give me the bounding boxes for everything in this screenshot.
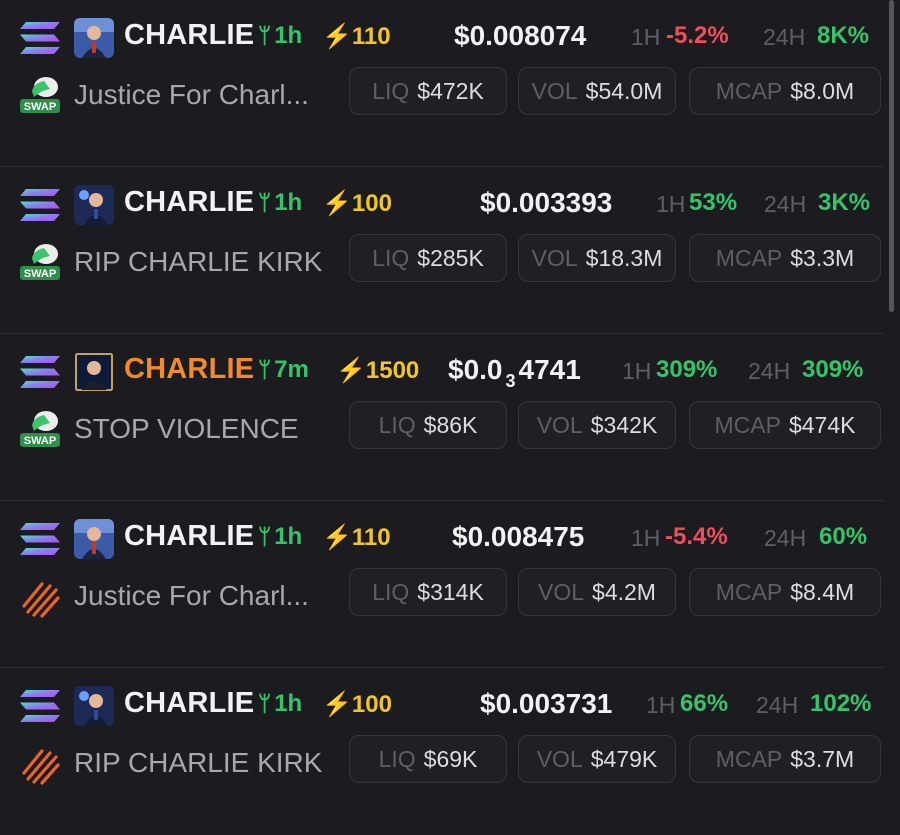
mcap-chip: MCAP $8.0M: [689, 67, 881, 115]
token-avatar: [74, 185, 114, 225]
liq-chip: LIQ $69K: [349, 735, 507, 783]
h24-label: 24H: [756, 692, 799, 718]
token-score: ⚡110: [322, 524, 391, 551]
h24-label: 24H: [748, 358, 791, 384]
liq-chip: LIQ $314K: [349, 568, 507, 616]
token-score: ⚡1500: [336, 357, 420, 384]
solana-icon: [20, 690, 60, 722]
vol-chip: VOL $4.2M: [518, 568, 676, 616]
token-row[interactable]: CHARLIE ᛘ 7m ⚡1500 $0.0 3 4741 1H 309% 24H …: [0, 334, 884, 501]
token-price: $0.003393: [480, 187, 613, 218]
token-ticker: CHARLIE: [124, 186, 255, 218]
token-description: Justice For Charl...: [74, 580, 309, 611]
token-ticker: CHARLIE: [124, 520, 255, 552]
h1-label: 1H: [656, 191, 686, 217]
token-description: RIP CHARLIE KIRK: [74, 246, 323, 277]
sprout-icon: ᛘ: [258, 357, 272, 382]
token-description: RIP CHARLIE KIRK: [74, 747, 323, 778]
scrollbar[interactable]: [889, 0, 894, 312]
h24-label: 24H: [763, 24, 806, 50]
solana-icon: [20, 356, 60, 388]
svg-text:SWAP: SWAP: [24, 268, 56, 280]
h24-change: 309%: [802, 356, 864, 383]
token-ticker: CHARLIE: [124, 687, 255, 719]
svg-text:SWAP: SWAP: [24, 101, 56, 113]
vol-chip: VOL $54.0M: [518, 67, 676, 115]
token-age: ᛘ 1h: [258, 22, 303, 49]
token-description: Justice For Charl...: [74, 79, 309, 110]
solana-icon: [20, 189, 60, 221]
token-row[interactable]: CHARLIE ᛘ 1h ⚡100 $0.003393 1H 53% 24H 3K…: [0, 167, 884, 334]
lightning-icon: ⚡: [322, 691, 352, 718]
vol-chip: VOL $479K: [518, 735, 676, 783]
sprout-icon: ᛘ: [258, 524, 272, 549]
vol-chip: VOL $342K: [518, 401, 676, 449]
solana-icon: [20, 22, 60, 54]
h24-change: 102%: [810, 690, 872, 717]
swap-dex-icon: SWAP: [20, 411, 60, 447]
h1-label: 1H: [646, 692, 676, 718]
token-row[interactable]: CHARLIE ᛘ 1h ⚡100 $0.003731 1H 66% 24H 10…: [0, 668, 884, 835]
h24-change: 8K%: [817, 22, 870, 49]
token-age: ᛘ 1h: [258, 690, 303, 717]
h1-change: 309%: [656, 356, 718, 383]
mcap-chip: MCAP $8.4M: [689, 568, 881, 616]
h1-label: 1H: [631, 24, 661, 50]
token-price: $0.0 3 4741: [448, 354, 581, 391]
h24-change: 60%: [819, 523, 868, 550]
token-price: $0.008475: [452, 521, 585, 552]
token-avatar: [74, 686, 114, 726]
h1-change: 53%: [689, 189, 738, 216]
token-ticker: CHARLIE: [124, 353, 255, 385]
lightning-icon: ⚡: [322, 190, 352, 217]
mcap-chip: MCAP $474K: [689, 401, 881, 449]
mcap-chip: MCAP $3.7M: [689, 735, 881, 783]
liq-chip: LIQ $472K: [349, 67, 507, 115]
orange-stripes-dex-icon: [22, 749, 60, 785]
h1-label: 1H: [631, 525, 661, 551]
h1-change: -5.4%: [665, 523, 728, 550]
swap-dex-icon: SWAP: [20, 244, 60, 280]
h1-label: 1H: [622, 358, 652, 384]
h24-label: 24H: [764, 525, 807, 551]
lightning-icon: ⚡: [336, 357, 366, 384]
solana-icon: [20, 523, 60, 555]
token-avatar: [74, 18, 114, 58]
token-row[interactable]: CHARLIE ᛘ 1h ⚡110 $0.008475 1H -5.4% 24H …: [0, 501, 884, 668]
h24-label: 24H: [764, 191, 807, 217]
liq-chip: LIQ $86K: [349, 401, 507, 449]
token-ticker: CHARLIE: [124, 19, 255, 51]
token-age: ᛘ 1h: [258, 523, 303, 550]
liq-chip: LIQ $285K: [349, 234, 507, 282]
token-score: ⚡110: [322, 23, 391, 50]
token-score: ⚡100: [322, 691, 392, 718]
token-age: ᛘ 7m: [258, 356, 309, 383]
h1-change: 66%: [680, 690, 729, 717]
token-description: STOP VIOLENCE: [74, 413, 299, 444]
token-avatar: [74, 352, 114, 392]
swap-dex-icon: SWAP: [20, 77, 60, 113]
token-avatar: [74, 519, 114, 559]
lightning-icon: ⚡: [322, 524, 352, 551]
h1-change: -5.2%: [666, 22, 729, 49]
token-score: ⚡100: [322, 190, 392, 217]
token-row[interactable]: CHARLIE ᛘ 1h ⚡110 $0.008074 1H -5.2% 24H …: [0, 0, 884, 167]
mcap-chip: MCAP $3.3M: [689, 234, 881, 282]
sprout-icon: ᛘ: [258, 23, 272, 48]
token-price: $0.003731: [480, 688, 613, 719]
h24-change: 3K%: [818, 189, 871, 216]
vol-chip: VOL $18.3M: [518, 234, 676, 282]
token-price: $0.008074: [454, 20, 587, 51]
svg-text:SWAP: SWAP: [24, 435, 56, 447]
token-age: ᛘ 1h: [258, 189, 303, 216]
sprout-icon: ᛘ: [258, 691, 272, 716]
lightning-icon: ⚡: [322, 23, 352, 50]
orange-stripes-dex-icon: [22, 582, 60, 618]
sprout-icon: ᛘ: [258, 190, 272, 215]
